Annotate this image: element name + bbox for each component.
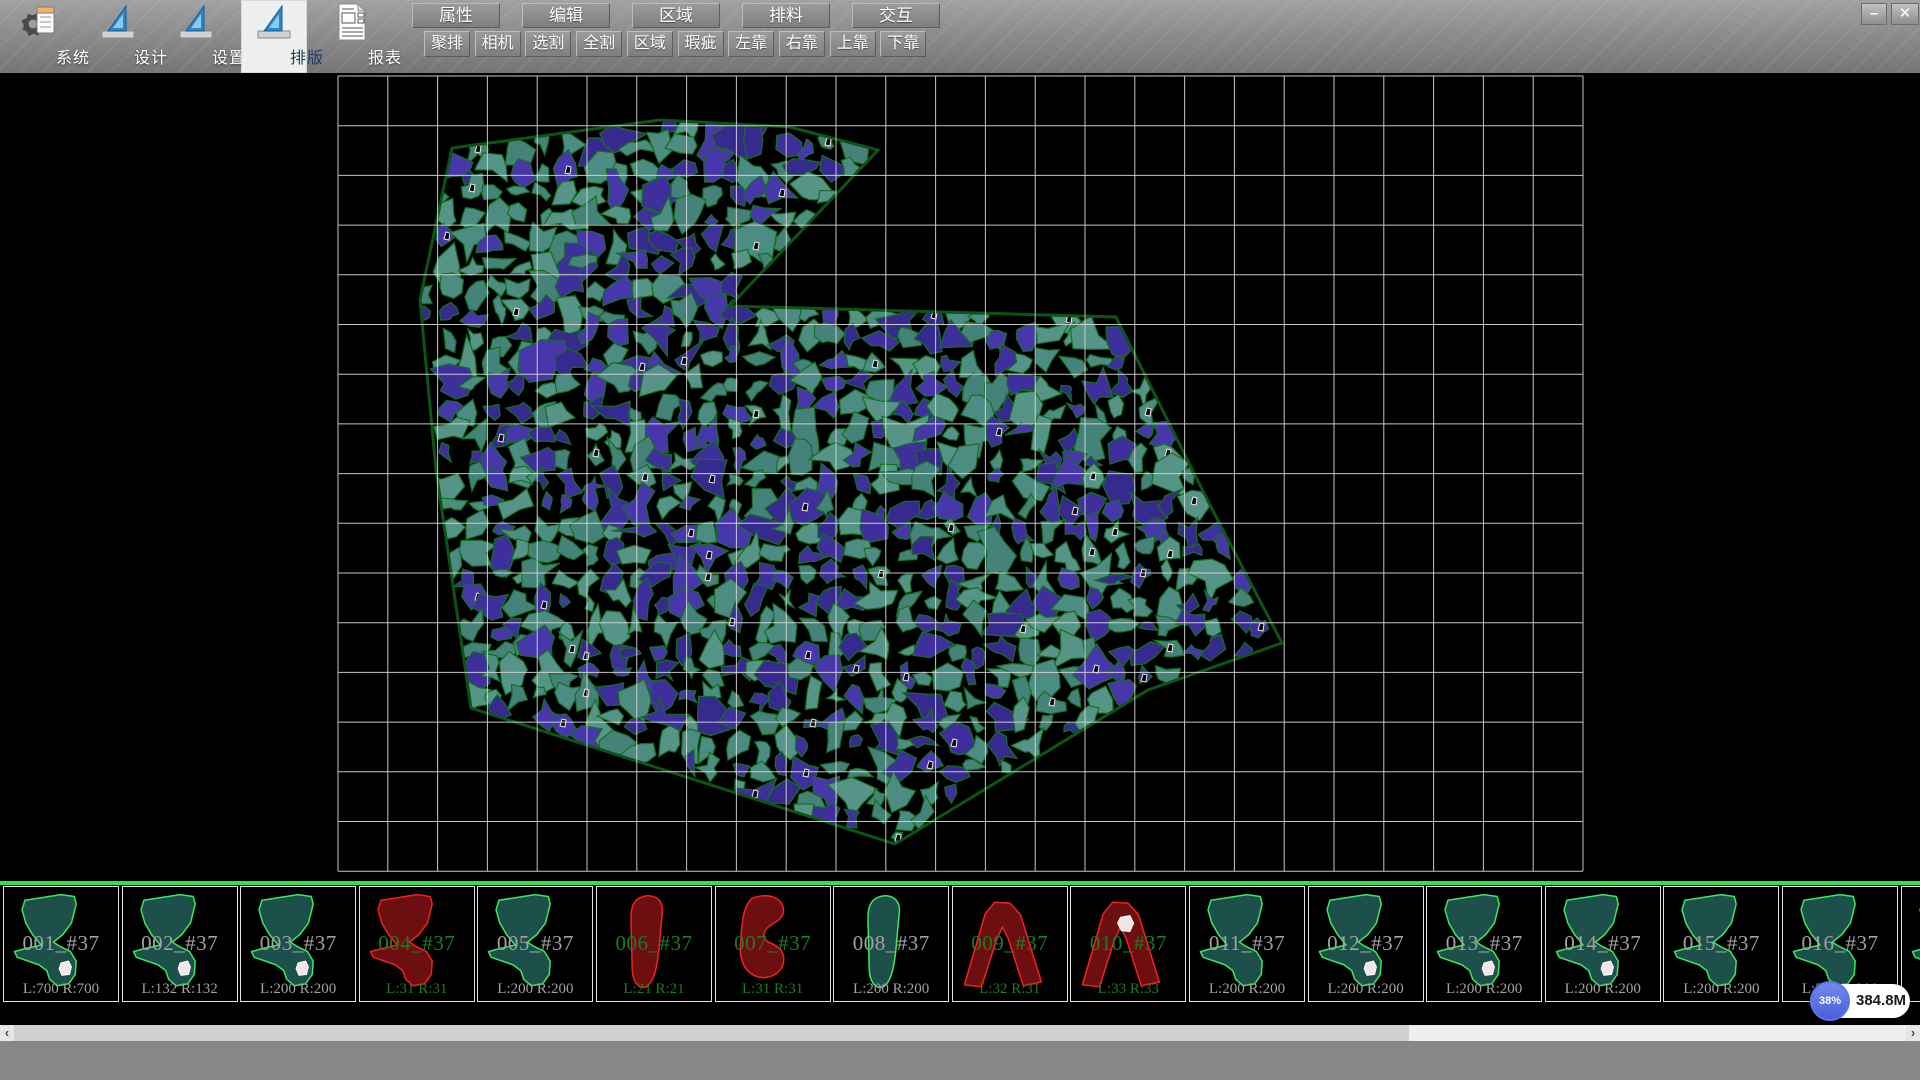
- piece-lr-counts: L:132 R:132: [123, 981, 237, 998]
- piece-id-label: 006_#37: [597, 931, 711, 956]
- piece-thumbnail-13[interactable]: 013_#37 L:200 R:200: [1426, 886, 1542, 1002]
- piece-thumbnail-9[interactable]: 009_#37 L:32 R:31: [952, 886, 1068, 1002]
- piece-id-label: 010_#37: [1071, 931, 1185, 956]
- ribbon-button-system[interactable]: 系统: [7, 0, 73, 73]
- piece-id-label: 008_#37: [834, 931, 948, 956]
- application-window: 系统设计设置排版报表 属性编辑区域排料交互 聚排相机选割全割区域瑕疵左靠右靠上靠…: [0, 0, 1920, 1080]
- minimize-button[interactable]: –: [1861, 3, 1887, 25]
- piece-lr-counts: L:31 R:31: [360, 981, 474, 998]
- close-button[interactable]: ✕: [1891, 3, 1919, 25]
- piece-id-label: 003_#37: [241, 931, 355, 956]
- menu-properties[interactable]: 属性: [412, 3, 500, 28]
- scrollbar-thumb[interactable]: [14, 1025, 1409, 1041]
- piece-lr-counts: L:200 R:200: [1309, 981, 1423, 998]
- memory-indicator: 38% 384.8M: [1810, 984, 1910, 1018]
- tool-snap-left[interactable]: 左靠: [728, 31, 774, 57]
- menu-nesting[interactable]: 排料: [742, 3, 830, 28]
- system-icon: [19, 2, 61, 42]
- piece-lr-counts: L:31 R:31: [716, 981, 830, 998]
- report-icon: [331, 2, 373, 42]
- layout-icon: [253, 2, 295, 42]
- tool-snap-top[interactable]: 上靠: [830, 31, 876, 57]
- piece-lr-counts: L:200 R:200: [1190, 981, 1304, 998]
- scroll-left-arrow[interactable]: ‹: [0, 1025, 14, 1041]
- piece-thumbnail-17[interactable]: 017_#37L:200 R:200: [1901, 886, 1920, 1002]
- pieces-strip: 001_#37L:700 R:700002_#37L:132 R:132003_…: [0, 881, 1920, 1025]
- tool-cluster-nest[interactable]: 聚排: [424, 31, 470, 57]
- scroll-right-arrow[interactable]: ›: [1906, 1025, 1920, 1041]
- piece-thumbnail-1[interactable]: 001_#37 L:700 R:700: [3, 886, 119, 1002]
- piece-id-label: 004_#37: [360, 931, 474, 956]
- piece-lr-counts: L:21 R:21: [597, 981, 711, 998]
- tool-defect[interactable]: 瑕疵: [678, 31, 724, 57]
- piece-lr-counts: L:200 R:200: [1664, 981, 1778, 998]
- piece-lr-counts: L:200 R:200: [478, 981, 592, 998]
- design-icon: [97, 2, 139, 42]
- tool-camera[interactable]: 相机: [475, 31, 521, 57]
- tool-snap-right[interactable]: 右靠: [779, 31, 825, 57]
- ribbon-button-layout[interactable]: 排版: [241, 0, 307, 73]
- piece-thumbnail-15[interactable]: 015_#37 L:200 R:200: [1663, 886, 1779, 1002]
- piece-thumbnail-3[interactable]: 003_#37 L:200 R:200: [240, 886, 356, 1002]
- piece-id-label: 005_#37: [478, 931, 592, 956]
- piece-thumbnail-10[interactable]: 010_#37 L:33 R:33: [1070, 886, 1186, 1002]
- piece-thumbnail-14[interactable]: 014_#37 L:200 R:200: [1545, 886, 1661, 1002]
- tool-snap-bottom[interactable]: 下靠: [880, 31, 926, 57]
- piece-id-label: 002_#37: [123, 931, 237, 956]
- piece-id-label: 016_#37: [1783, 931, 1897, 956]
- ribbon-button-design[interactable]: 设计: [85, 0, 151, 73]
- progress-badge: 38%: [1810, 981, 1850, 1021]
- piece-thumbnail-7[interactable]: 007_#37 L:31 R:31: [715, 886, 831, 1002]
- settings-icon: [175, 2, 217, 42]
- piece-id-label: 007_#37: [716, 931, 830, 956]
- piece-id-label: 001_#37: [4, 931, 118, 956]
- piece-lr-counts: L:200 R:200: [834, 981, 948, 998]
- ribbon-button-label: 报表: [352, 44, 418, 68]
- menu-edit[interactable]: 编辑: [522, 3, 610, 28]
- piece-lr-counts: L:700 R:700: [4, 981, 118, 998]
- ribbon-button-settings[interactable]: 设置: [163, 0, 229, 73]
- piece-thumbnail-5[interactable]: 005_#37 L:200 R:200: [477, 886, 593, 1002]
- piece-lr-counts: L:33 R:33: [1071, 981, 1185, 998]
- piece-thumbnail-4[interactable]: 004_#37 L:31 R:31: [359, 886, 475, 1002]
- piece-lr-counts: L:200 R:200: [241, 981, 355, 998]
- piece-thumbnail-2[interactable]: 002_#37 L:132 R:132: [122, 886, 238, 1002]
- piece-thumbnail-8[interactable]: 008_#37 L:200 R:200: [833, 886, 949, 1002]
- piece-thumbnail-11[interactable]: 011_#37 L:200 R:200: [1189, 886, 1305, 1002]
- piece-lr-counts: L:200 R:200: [1427, 981, 1541, 998]
- tool-select-cut[interactable]: 选割: [525, 31, 571, 57]
- piece-thumbnail-12[interactable]: 012_#37 L:200 R:200: [1308, 886, 1424, 1002]
- toolbar: 系统设计设置排版报表 属性编辑区域排料交互 聚排相机选割全割区域瑕疵左靠右靠上靠…: [0, 0, 1920, 73]
- piece-id-label: 009_#37: [953, 931, 1067, 956]
- tool-cut-all[interactable]: 全割: [576, 31, 622, 57]
- piece-id-label: 011_#37: [1190, 931, 1304, 956]
- piece-id-label: 013_#37: [1427, 931, 1541, 956]
- tool-region[interactable]: 区域: [627, 31, 673, 57]
- canvas-svg: [0, 73, 1920, 881]
- nesting-canvas[interactable]: [0, 73, 1920, 881]
- piece-id-label: 012_#37: [1309, 931, 1423, 956]
- piece-id-label: 015_#37: [1664, 931, 1778, 956]
- horizontal-scrollbar[interactable]: ‹ ›: [0, 1025, 1920, 1041]
- piece-lr-counts: L:32 R:31: [953, 981, 1067, 998]
- piece-id-label: 017_#37: [1902, 931, 1920, 956]
- memory-value: 384.8M: [1856, 992, 1906, 1009]
- ribbon-button-report[interactable]: 报表: [319, 0, 385, 73]
- status-bar: [0, 1041, 1920, 1080]
- piece-id-label: 014_#37: [1546, 931, 1660, 956]
- piece-lr-counts: L:200 R:200: [1546, 981, 1660, 998]
- menu-region[interactable]: 区域: [632, 3, 720, 28]
- menu-interact[interactable]: 交互: [852, 3, 940, 28]
- piece-thumbnail-6[interactable]: 006_#37 L:21 R:21: [596, 886, 712, 1002]
- strip-accent-line: [0, 881, 1920, 885]
